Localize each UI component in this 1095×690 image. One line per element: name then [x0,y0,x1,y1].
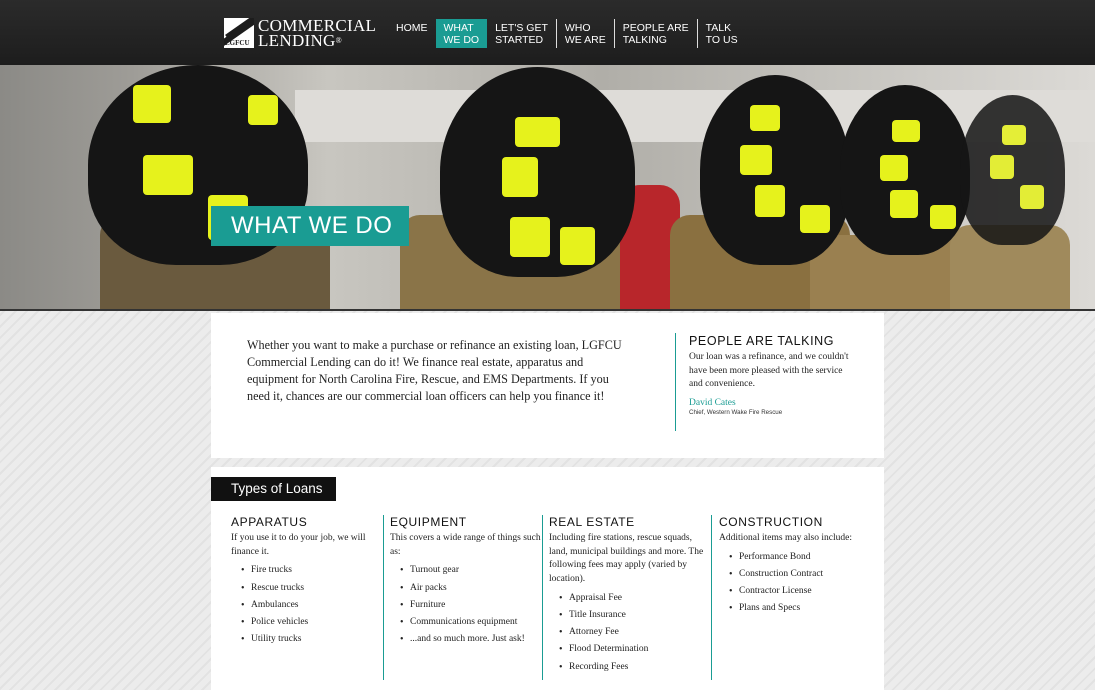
nav-lets-get-started[interactable]: LET'S GET STARTED [487,19,556,48]
list-item: Flood Determination [549,641,712,658]
list-item: Appraisal Fee [549,590,712,607]
testimonial-title: PEOPLE ARE TALKING [689,334,835,348]
helmet-4 [840,85,970,255]
loan-item-list: Turnout gear Air packs Furniture Communi… [390,562,541,648]
nav-who-we-are[interactable]: WHO WE ARE [555,19,614,48]
list-item: Contractor License [719,583,871,600]
list-item: Utility trucks [231,631,381,648]
nav-what-we-do[interactable]: WHAT WE DO [435,19,488,48]
loan-types-panel: Types of Loans APPARATUS If you use it t… [211,467,884,690]
loan-column-description: Additional items may also include: [719,533,852,543]
logo[interactable]: LGFCU COMMERCIAL LENDING® [224,17,376,49]
loan-column-description: This covers a wide range of things such … [390,533,541,557]
loan-item-list: Fire trucks Rescue trucks Ambulances Pol… [231,562,381,648]
loan-item-list: Performance Bond Construction Contract C… [719,549,871,618]
loan-column-title: CONSTRUCTION [719,515,823,529]
loan-column-description: If you use it to do your job, we will fi… [231,533,366,557]
testimonial: PEOPLE ARE TALKING Our loan was a refina… [675,333,855,431]
list-item: ...and so much more. Just ask! [390,631,541,648]
loan-column-apparatus: APPARATUS If you use it to do your job, … [231,515,381,680]
loan-column-description: Including fire stations, rescue squads, … [549,533,704,585]
helmet-3 [700,75,850,265]
testimonial-role: Chief, Western Wake Fire Rescue [689,408,783,416]
list-item: Attorney Fee [549,624,712,641]
loan-types-heading: Types of Loans [211,477,336,501]
loan-column-title: EQUIPMENT [390,515,467,529]
loan-column-title: APPARATUS [231,515,308,529]
lgfcu-logo-icon: LGFCU [224,18,254,48]
loan-column-construction: CONSTRUCTION Additional items may also i… [711,515,871,680]
intro-panel: Whether you want to make a purchase or r… [211,313,884,458]
main-nav: HOME WHAT WE DO LET'S GET STARTED WHO WE… [390,19,746,48]
loan-column-title: REAL ESTATE [549,515,635,529]
hero-divider [0,309,1095,311]
list-item: Air packs [390,580,541,597]
list-item: Recording Fees [549,659,712,676]
list-item: Ambulances [231,597,381,614]
list-item: Plans and Specs [719,600,871,617]
site-header: LGFCU COMMERCIAL LENDING® HOME WHAT WE D… [0,0,1095,65]
testimonial-quote: Our loan was a refinance, and we couldn'… [689,352,849,389]
testimonial-name[interactable]: David Cates [689,398,855,408]
list-item: Rescue trucks [231,580,381,597]
list-item: Furniture [390,597,541,614]
page-title: WHAT WE DO [211,206,409,246]
loan-column-equipment: EQUIPMENT This covers a wide range of th… [383,515,541,680]
nav-people-are-talking[interactable]: PEOPLE ARE TALKING [613,19,697,48]
list-item: Police vehicles [231,614,381,631]
nav-home[interactable]: HOME [390,19,436,48]
intro-text: Whether you want to make a purchase or r… [247,338,622,403]
list-item: Title Insurance [549,607,712,624]
list-item: Performance Bond [719,549,871,566]
list-item: Construction Contract [719,566,871,583]
hero-image [0,65,1095,311]
list-item: Turnout gear [390,562,541,579]
logo-text: COMMERCIAL LENDING® [258,16,377,50]
list-item: Fire trucks [231,562,381,579]
nav-talk-to-us[interactable]: TALK TO US [696,19,746,48]
helmet-5 [960,95,1065,245]
loan-item-list: Appraisal Fee Title Insurance Attorney F… [549,590,712,676]
list-item: Communications equipment [390,614,541,631]
loan-column-real-estate: REAL ESTATE Including fire stations, res… [542,515,712,680]
helmet-2 [440,67,635,277]
